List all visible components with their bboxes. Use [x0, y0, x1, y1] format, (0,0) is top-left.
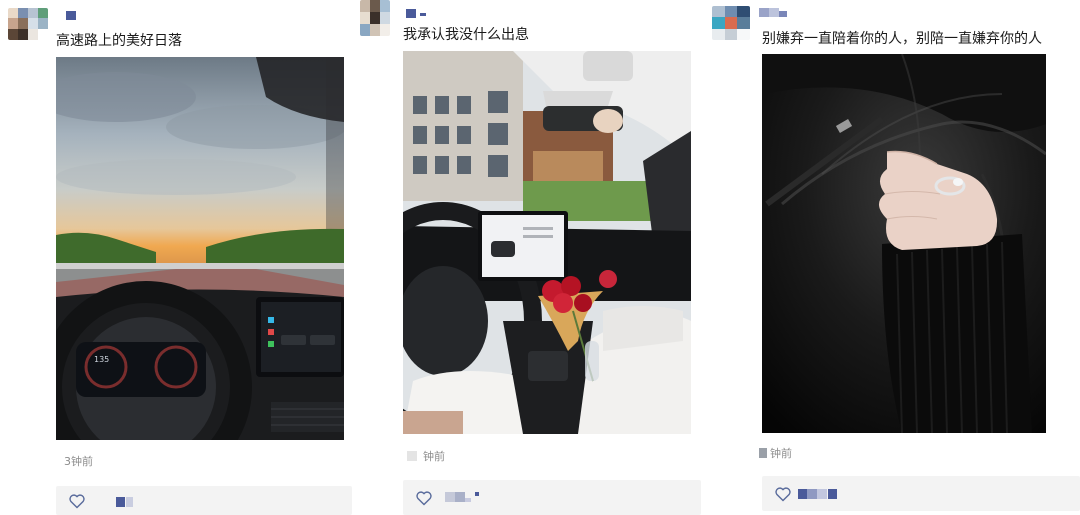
- liker-names-mosaic[interactable]: [798, 489, 838, 499]
- post-photo[interactable]: [762, 54, 1046, 433]
- post-time: 3钟前: [64, 455, 93, 468]
- liker-names-mosaic[interactable]: [116, 497, 136, 507]
- post-caption: 别嫌弃一直陪着你的人，别陪一直嫌弃你的人: [762, 31, 1042, 47]
- username-mosaic[interactable]: [759, 8, 789, 17]
- post-time-text: 钟前: [423, 450, 445, 463]
- post-time: 钟前: [759, 447, 792, 461]
- post-caption: 我承认我没什么出息: [403, 27, 529, 43]
- avatar[interactable]: [360, 0, 390, 36]
- post-caption: 高速路上的美好日落: [56, 33, 182, 49]
- moment-post-1: 高速路上的美好日落 135 3钟前: [0, 0, 360, 515]
- car-dashboard-sunset-image: 135: [56, 57, 344, 440]
- post-photo[interactable]: 135: [56, 57, 344, 440]
- username-mosaic[interactable]: [406, 9, 432, 18]
- avatar[interactable]: [8, 8, 48, 40]
- speed-readout: 135: [94, 355, 109, 364]
- car-interior-roses-image: [403, 51, 691, 434]
- moment-post-3: 别嫌弃一直陪着你的人，别陪一直嫌弃你的人 钟前: [712, 0, 1080, 515]
- time-mask: [759, 448, 767, 458]
- like-bar: [403, 480, 701, 515]
- like-bar: [762, 476, 1080, 511]
- avatar[interactable]: [712, 6, 750, 40]
- time-mask: [407, 451, 417, 461]
- black-leather-hand-ring-image: [762, 54, 1046, 433]
- moment-post-2: 我承认我没什么出息 钟前: [360, 0, 720, 515]
- post-time-text: 钟前: [770, 447, 792, 460]
- heart-outline-icon[interactable]: [774, 486, 792, 502]
- heart-outline-icon[interactable]: [68, 493, 86, 509]
- username-mosaic[interactable]: [66, 11, 78, 20]
- post-time: 钟前: [407, 450, 445, 464]
- like-bar: [56, 486, 352, 515]
- post-photo[interactable]: [403, 51, 691, 434]
- liker-names-mosaic[interactable]: [445, 492, 485, 502]
- heart-outline-icon[interactable]: [415, 490, 433, 506]
